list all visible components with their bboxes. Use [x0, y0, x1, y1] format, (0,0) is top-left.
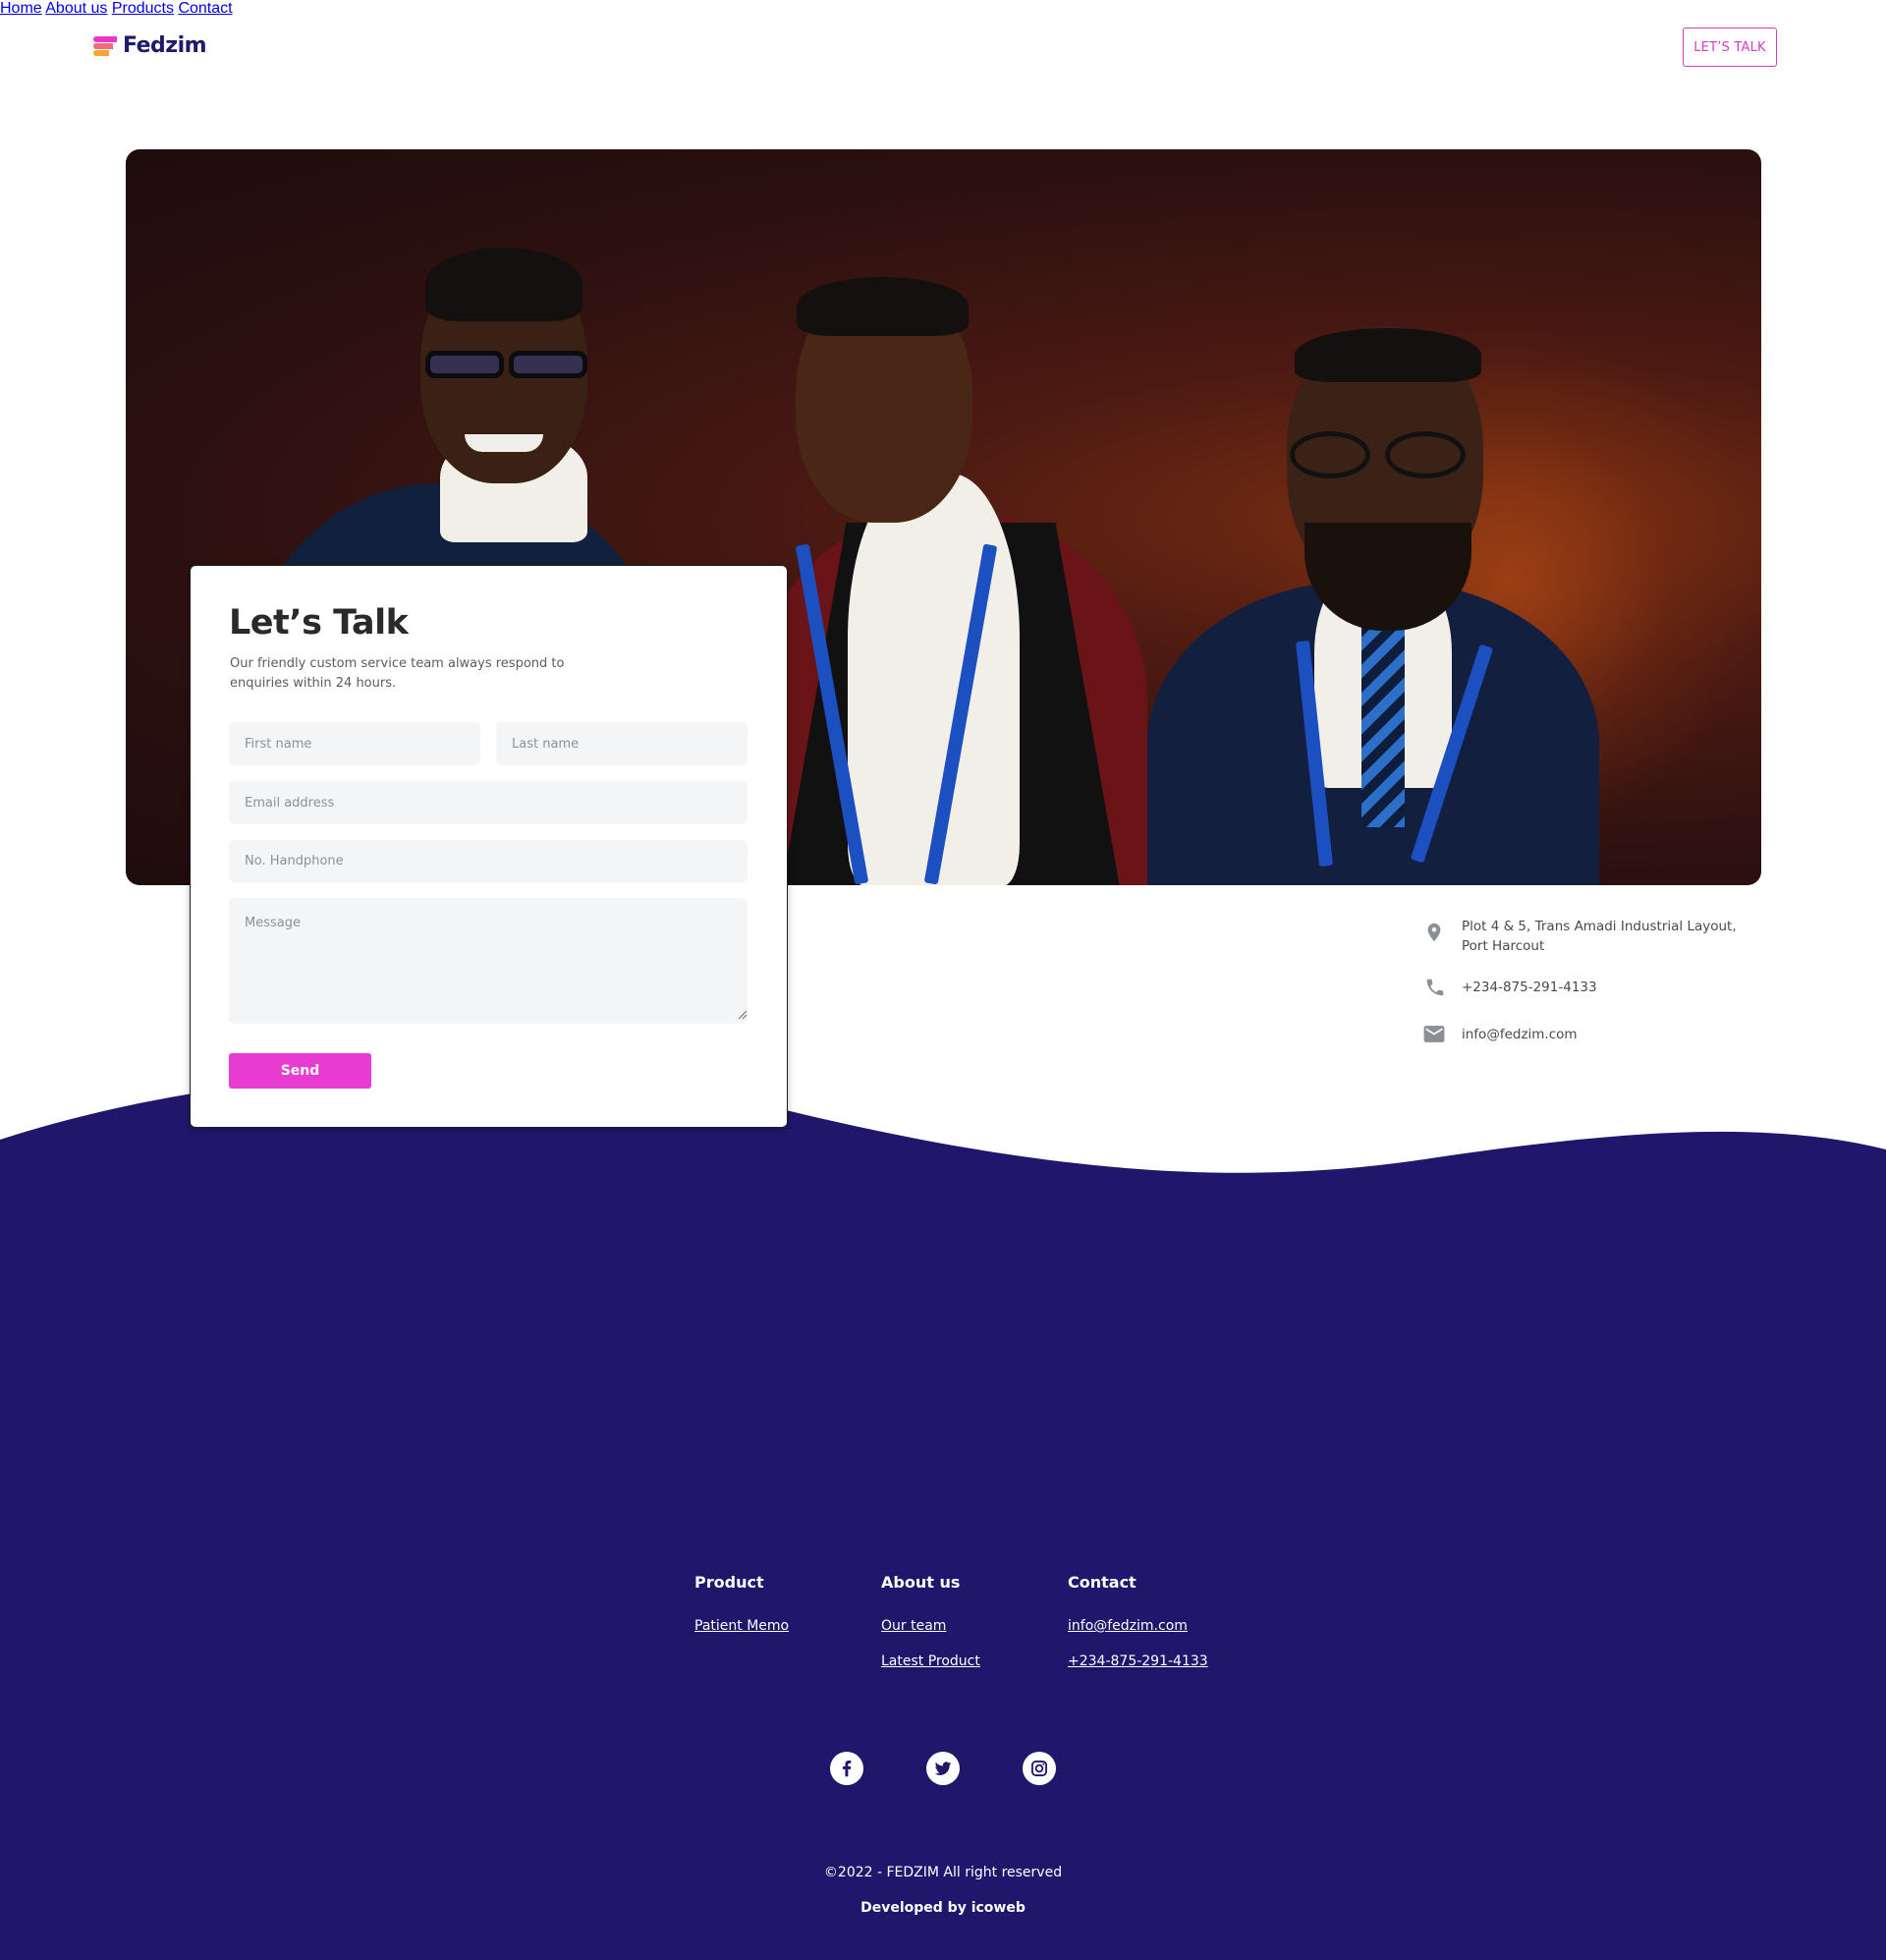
footer-col-about: About us Our team Latest Product [881, 1573, 980, 1669]
copyright-text: ©2022 - FEDZIM All right reserved [823, 1865, 1063, 1880]
footer-link-our-team[interactable]: Our team [881, 1618, 946, 1634]
mail-icon [1423, 1026, 1445, 1042]
email-field[interactable] [229, 781, 748, 824]
contact-form-card: Let’s Talk Our friendly custom service t… [190, 565, 788, 1128]
footer-heading-about: About us [881, 1573, 961, 1592]
twitter-icon[interactable] [926, 1752, 960, 1785]
send-button[interactable]: Send [229, 1053, 371, 1089]
message-field[interactable] [229, 898, 748, 1024]
nav-about-us[interactable]: About us [45, 0, 107, 17]
nav-contact[interactable]: Contact [178, 0, 232, 17]
phone-text: +234-875-291-4133 [1462, 980, 1597, 995]
brand-logo[interactable]: Fedzim [93, 33, 207, 58]
phone-field[interactable] [229, 840, 748, 882]
footer-heading-contact: Contact [1068, 1573, 1137, 1592]
logo-mark-icon [93, 34, 119, 58]
phone-icon [1426, 979, 1444, 996]
form-subtitle: Our friendly custom service team always … [230, 656, 565, 691]
nav-products[interactable]: Products [112, 0, 174, 17]
resize-handle-icon[interactable] [738, 1010, 748, 1020]
footer-link-email[interactable]: info@fedzim.com [1068, 1618, 1188, 1634]
facebook-icon[interactable] [830, 1752, 863, 1785]
footer-link-phone[interactable]: +234-875-291-4133 [1068, 1653, 1208, 1669]
footer-link-latest-product[interactable]: Latest Product [881, 1653, 980, 1669]
email-text: info@fedzim.com [1462, 1027, 1578, 1042]
first-name-field[interactable] [229, 722, 480, 765]
developed-by-text: Developed by icoweb [860, 1900, 1026, 1916]
footer-col-product: Product Patient Memo [694, 1573, 789, 1634]
last-name-field[interactable] [496, 722, 748, 765]
brand-name: Fedzim [123, 33, 207, 58]
footer-wave-background [0, 1072, 1886, 1960]
footer-heading-product: Product [694, 1573, 764, 1592]
instagram-icon[interactable] [1023, 1752, 1056, 1785]
address-text: Plot 4 & 5, Trans Amadi Industrial Layou… [1462, 919, 1737, 954]
footer-link-patient-memo[interactable]: Patient Memo [694, 1618, 789, 1634]
location-pin-icon [1427, 923, 1441, 942]
lets-talk-button[interactable]: LET’S TALK [1683, 28, 1777, 67]
main-nav: Home About us Products Contact [0, 0, 1886, 18]
site-header: Fedzim Home About us Products Contact LE… [0, 0, 1886, 94]
form-title: Let’s Talk [229, 603, 409, 643]
footer-col-contact: Contact info@fedzim.com +234-875-291-413… [1068, 1573, 1208, 1669]
nav-home[interactable]: Home [0, 0, 42, 17]
